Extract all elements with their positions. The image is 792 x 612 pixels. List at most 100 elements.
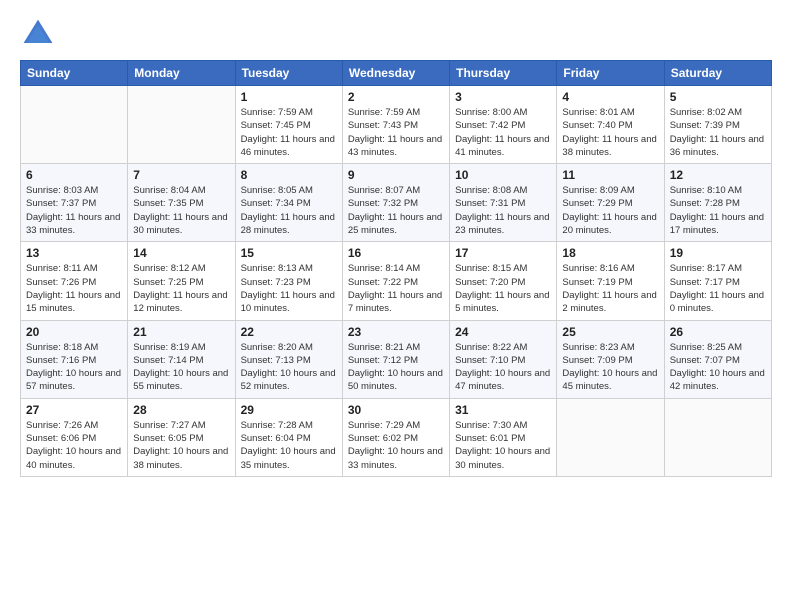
day-number: 4 xyxy=(562,90,658,104)
day-cell-13: 13 Sunrise: 8:11 AM Sunset: 7:26 PM Dayli… xyxy=(21,242,128,320)
weekday-monday: Monday xyxy=(128,61,235,86)
day-cell-2: 2 Sunrise: 7:59 AM Sunset: 7:43 PM Daylig… xyxy=(342,86,449,164)
day-number: 31 xyxy=(455,403,551,417)
day-cell-6: 6 Sunrise: 8:03 AM Sunset: 7:37 PM Daylig… xyxy=(21,164,128,242)
day-info: Sunrise: 8:01 AM Sunset: 7:40 PM Dayligh… xyxy=(562,106,658,159)
day-cell-20: 20 Sunrise: 8:18 AM Sunset: 7:16 PM Dayli… xyxy=(21,320,128,398)
day-number: 16 xyxy=(348,246,444,260)
day-info: Sunrise: 8:02 AM Sunset: 7:39 PM Dayligh… xyxy=(670,106,766,159)
day-number: 28 xyxy=(133,403,229,417)
day-info: Sunrise: 7:59 AM Sunset: 7:45 PM Dayligh… xyxy=(241,106,337,159)
weekday-wednesday: Wednesday xyxy=(342,61,449,86)
day-number: 21 xyxy=(133,325,229,339)
day-number: 8 xyxy=(241,168,337,182)
day-info: Sunrise: 8:14 AM Sunset: 7:22 PM Dayligh… xyxy=(348,262,444,315)
day-cell-8: 8 Sunrise: 8:05 AM Sunset: 7:34 PM Daylig… xyxy=(235,164,342,242)
week-row-2: 6 Sunrise: 8:03 AM Sunset: 7:37 PM Daylig… xyxy=(21,164,772,242)
day-cell-27: 27 Sunrise: 7:26 AM Sunset: 6:06 PM Dayli… xyxy=(21,398,128,476)
day-cell-26: 26 Sunrise: 8:25 AM Sunset: 7:07 PM Dayli… xyxy=(664,320,771,398)
empty-cell xyxy=(128,86,235,164)
weekday-tuesday: Tuesday xyxy=(235,61,342,86)
day-number: 5 xyxy=(670,90,766,104)
day-cell-31: 31 Sunrise: 7:30 AM Sunset: 6:01 PM Dayli… xyxy=(450,398,557,476)
day-number: 14 xyxy=(133,246,229,260)
day-cell-25: 25 Sunrise: 8:23 AM Sunset: 7:09 PM Dayli… xyxy=(557,320,664,398)
day-info: Sunrise: 7:26 AM Sunset: 6:06 PM Dayligh… xyxy=(26,419,122,472)
day-cell-14: 14 Sunrise: 8:12 AM Sunset: 7:25 PM Dayli… xyxy=(128,242,235,320)
day-number: 7 xyxy=(133,168,229,182)
day-cell-22: 22Sunrise: 8:20 AM Sunset: 7:13 PM Dayli… xyxy=(235,320,342,398)
day-number: 20 xyxy=(26,325,122,339)
day-info: Sunrise: 7:29 AM Sunset: 6:02 PM Dayligh… xyxy=(348,419,444,472)
header xyxy=(20,16,772,52)
day-number: 27 xyxy=(26,403,122,417)
day-info: Sunrise: 8:11 AM Sunset: 7:26 PM Dayligh… xyxy=(26,262,122,315)
weekday-saturday: Saturday xyxy=(664,61,771,86)
week-row-1: 1 Sunrise: 7:59 AM Sunset: 7:45 PM Daylig… xyxy=(21,86,772,164)
day-number: 26 xyxy=(670,325,766,339)
day-info: Sunrise: 8:22 AM Sunset: 7:10 PM Dayligh… xyxy=(455,341,551,394)
day-info: Sunrise: 8:19 AM Sunset: 7:14 PM Dayligh… xyxy=(133,341,229,394)
day-number: 25 xyxy=(562,325,658,339)
day-cell-3: 3 Sunrise: 8:00 AM Sunset: 7:42 PM Daylig… xyxy=(450,86,557,164)
logo-icon xyxy=(20,16,56,52)
week-row-4: 20 Sunrise: 8:18 AM Sunset: 7:16 PM Dayli… xyxy=(21,320,772,398)
day-number: 11 xyxy=(562,168,658,182)
day-info: Sunrise: 7:28 AM Sunset: 6:04 PM Dayligh… xyxy=(241,419,337,472)
day-number: 13 xyxy=(26,246,122,260)
weekday-header-row: SundayMondayTuesdayWednesdayThursdayFrid… xyxy=(21,61,772,86)
day-info: Sunrise: 8:08 AM Sunset: 7:31 PM Dayligh… xyxy=(455,184,551,237)
weekday-thursday: Thursday xyxy=(450,61,557,86)
calendar-table: SundayMondayTuesdayWednesdayThursdayFrid… xyxy=(20,60,772,477)
day-info: Sunrise: 8:21 AM Sunset: 7:12 PM Dayligh… xyxy=(348,341,444,394)
day-cell-15: 15 Sunrise: 8:13 AM Sunset: 7:23 PM Dayli… xyxy=(235,242,342,320)
day-cell-9: 9Sunrise: 8:07 AM Sunset: 7:32 PM Daylig… xyxy=(342,164,449,242)
day-cell-16: 16 Sunrise: 8:14 AM Sunset: 7:22 PM Dayli… xyxy=(342,242,449,320)
day-info: Sunrise: 8:18 AM Sunset: 7:16 PM Dayligh… xyxy=(26,341,122,394)
day-info: Sunrise: 8:23 AM Sunset: 7:09 PM Dayligh… xyxy=(562,341,658,394)
day-cell-11: 11 Sunrise: 8:09 AM Sunset: 7:29 PM Dayli… xyxy=(557,164,664,242)
day-info: Sunrise: 8:05 AM Sunset: 7:34 PM Dayligh… xyxy=(241,184,337,237)
day-number: 19 xyxy=(670,246,766,260)
day-cell-24: 24 Sunrise: 8:22 AM Sunset: 7:10 PM Dayli… xyxy=(450,320,557,398)
day-info: Sunrise: 8:03 AM Sunset: 7:37 PM Dayligh… xyxy=(26,184,122,237)
day-cell-12: 12Sunrise: 8:10 AM Sunset: 7:28 PM Dayli… xyxy=(664,164,771,242)
day-number: 3 xyxy=(455,90,551,104)
day-number: 12 xyxy=(670,168,766,182)
day-info: Sunrise: 8:15 AM Sunset: 7:20 PM Dayligh… xyxy=(455,262,551,315)
empty-cell xyxy=(557,398,664,476)
day-cell-5: 5 Sunrise: 8:02 AM Sunset: 7:39 PM Daylig… xyxy=(664,86,771,164)
day-number: 15 xyxy=(241,246,337,260)
day-number: 2 xyxy=(348,90,444,104)
page: SundayMondayTuesdayWednesdayThursdayFrid… xyxy=(0,0,792,612)
day-cell-17: 17Sunrise: 8:15 AM Sunset: 7:20 PM Dayli… xyxy=(450,242,557,320)
day-info: Sunrise: 8:04 AM Sunset: 7:35 PM Dayligh… xyxy=(133,184,229,237)
day-info: Sunrise: 8:12 AM Sunset: 7:25 PM Dayligh… xyxy=(133,262,229,315)
empty-cell xyxy=(21,86,128,164)
logo xyxy=(20,16,60,52)
day-cell-10: 10Sunrise: 8:08 AM Sunset: 7:31 PM Dayli… xyxy=(450,164,557,242)
empty-cell xyxy=(664,398,771,476)
day-cell-29: 29Sunrise: 7:28 AM Sunset: 6:04 PM Dayli… xyxy=(235,398,342,476)
day-number: 24 xyxy=(455,325,551,339)
day-info: Sunrise: 7:30 AM Sunset: 6:01 PM Dayligh… xyxy=(455,419,551,472)
day-cell-23: 23 Sunrise: 8:21 AM Sunset: 7:12 PM Dayli… xyxy=(342,320,449,398)
day-info: Sunrise: 8:17 AM Sunset: 7:17 PM Dayligh… xyxy=(670,262,766,315)
week-row-5: 27 Sunrise: 7:26 AM Sunset: 6:06 PM Dayli… xyxy=(21,398,772,476)
day-info: Sunrise: 8:13 AM Sunset: 7:23 PM Dayligh… xyxy=(241,262,337,315)
day-cell-4: 4 Sunrise: 8:01 AM Sunset: 7:40 PM Daylig… xyxy=(557,86,664,164)
day-info: Sunrise: 7:59 AM Sunset: 7:43 PM Dayligh… xyxy=(348,106,444,159)
day-number: 30 xyxy=(348,403,444,417)
day-cell-1: 1 Sunrise: 7:59 AM Sunset: 7:45 PM Daylig… xyxy=(235,86,342,164)
day-info: Sunrise: 8:09 AM Sunset: 7:29 PM Dayligh… xyxy=(562,184,658,237)
day-number: 23 xyxy=(348,325,444,339)
day-cell-30: 30 Sunrise: 7:29 AM Sunset: 6:02 PM Dayli… xyxy=(342,398,449,476)
day-number: 1 xyxy=(241,90,337,104)
day-cell-28: 28Sunrise: 7:27 AM Sunset: 6:05 PM Dayli… xyxy=(128,398,235,476)
day-number: 6 xyxy=(26,168,122,182)
day-info: Sunrise: 8:00 AM Sunset: 7:42 PM Dayligh… xyxy=(455,106,551,159)
day-cell-18: 18Sunrise: 8:16 AM Sunset: 7:19 PM Dayli… xyxy=(557,242,664,320)
day-info: Sunrise: 8:25 AM Sunset: 7:07 PM Dayligh… xyxy=(670,341,766,394)
day-number: 22 xyxy=(241,325,337,339)
day-number: 9 xyxy=(348,168,444,182)
